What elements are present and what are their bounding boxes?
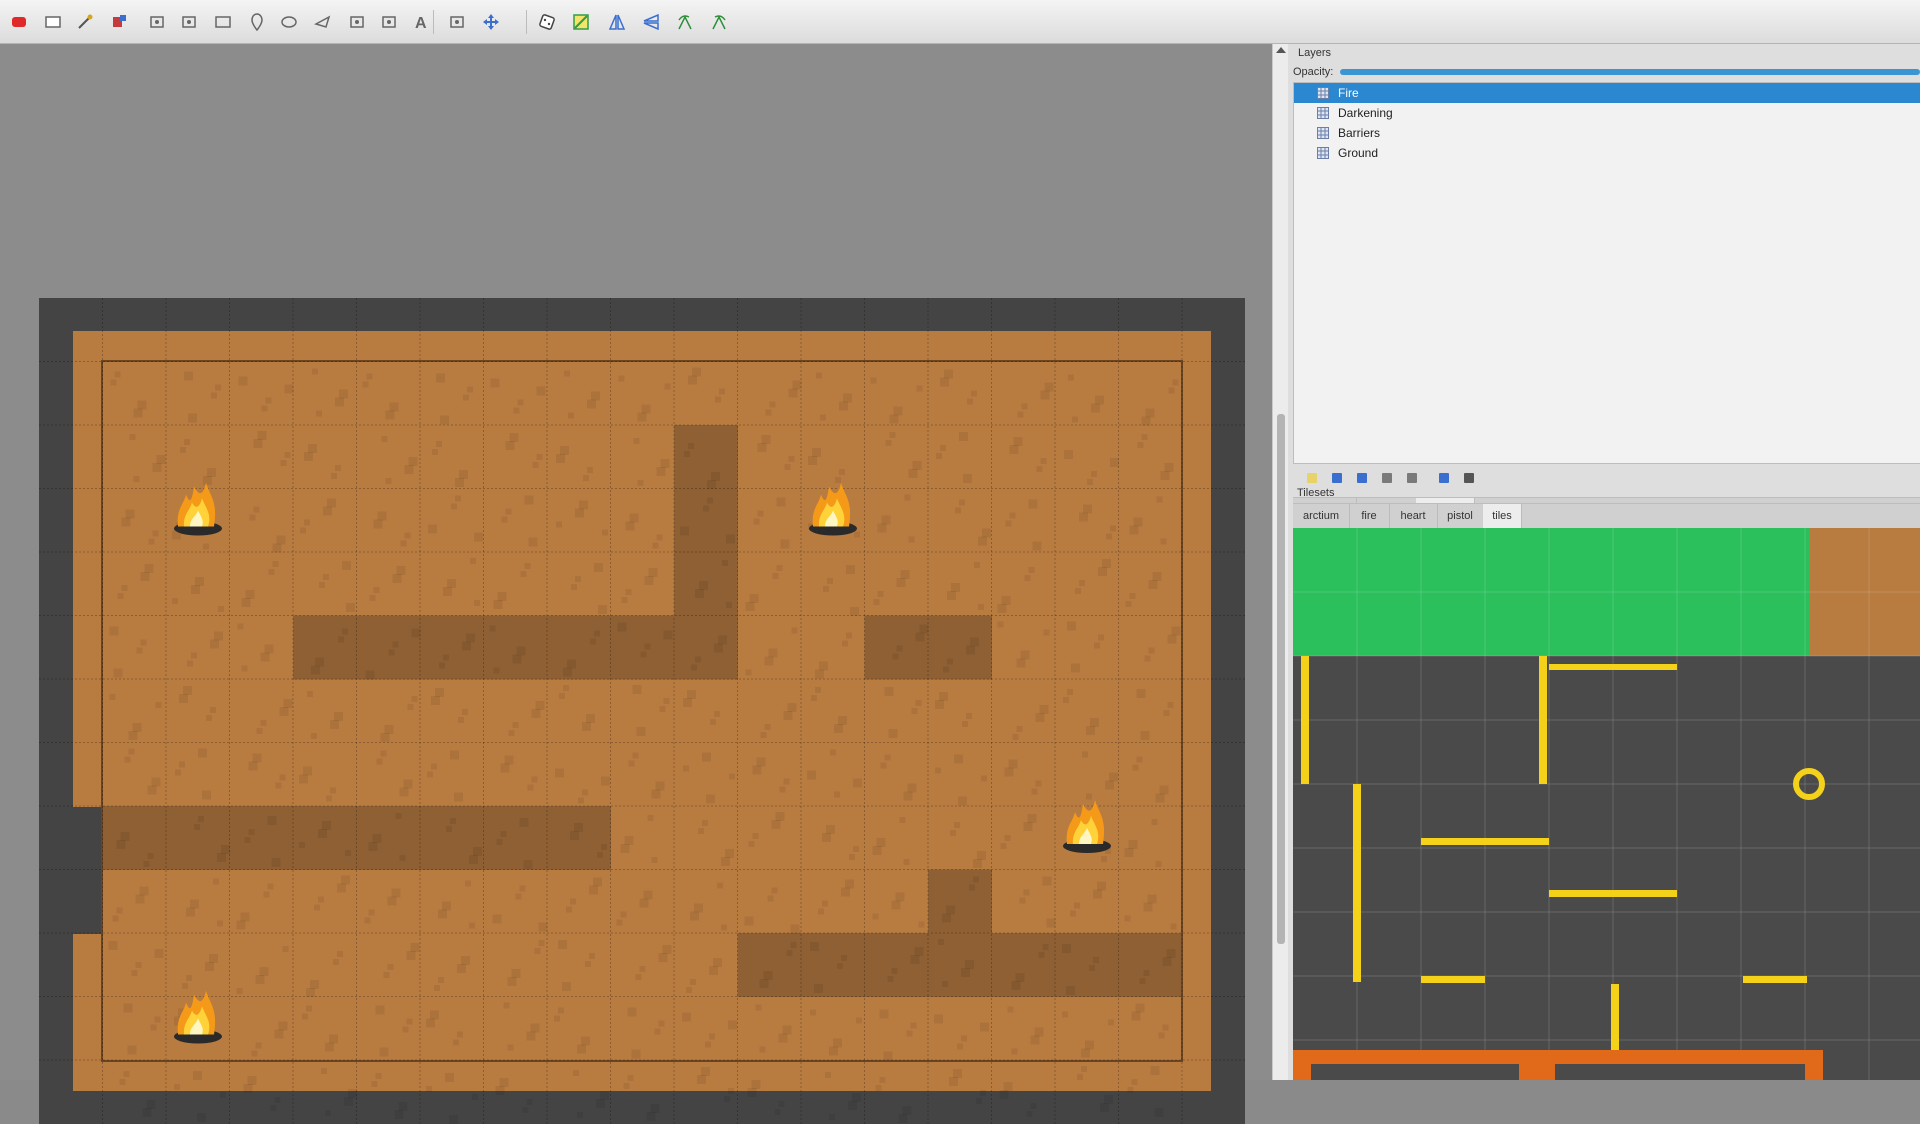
left-door-wall xyxy=(39,807,102,934)
rectangle-select-icon[interactable] xyxy=(40,9,66,35)
toolbar-separator xyxy=(526,10,527,34)
tile-layer-icon xyxy=(1317,127,1329,139)
layer-toolbar xyxy=(1293,464,1920,494)
darkening-tile xyxy=(420,616,484,680)
terrain-brush-icon[interactable] xyxy=(444,9,470,35)
barrier-tile xyxy=(1421,838,1549,845)
main-toolbar: A xyxy=(0,0,1920,44)
rotate-left-icon[interactable] xyxy=(672,9,698,35)
darkening-tile xyxy=(293,616,357,680)
duplicate-layer-icon[interactable] xyxy=(1380,471,1394,485)
lock-icon[interactable] xyxy=(1462,471,1476,485)
layer-label: Ground xyxy=(1338,146,1378,160)
layer-label: Fire xyxy=(1338,86,1359,100)
flip-horizontal-icon[interactable] xyxy=(604,9,630,35)
layer-row-fire[interactable]: Fire xyxy=(1294,83,1920,103)
tileset-tab-heart[interactable]: heart xyxy=(1389,504,1438,528)
barrier-tile xyxy=(1611,984,1619,1050)
layer-row-ground[interactable]: Ground xyxy=(1294,143,1920,163)
layers-list: Fire Darkening Barriers Ground xyxy=(1293,82,1920,464)
tileset-svg[interactable] xyxy=(1293,528,1920,1080)
eraser-icon[interactable] xyxy=(6,9,32,35)
tileset-tab-arctium[interactable]: arctium xyxy=(1293,504,1350,528)
rotate-right-icon[interactable] xyxy=(706,9,732,35)
barrier-tile xyxy=(1549,890,1677,897)
insert-template-icon[interactable] xyxy=(376,9,402,35)
flip-vertical-icon[interactable] xyxy=(638,9,664,35)
wang-brush-icon[interactable] xyxy=(568,9,594,35)
raise-layer-icon[interactable] xyxy=(1330,471,1344,485)
tilesets-panel-title: Tilesets xyxy=(1297,487,1335,499)
opacity-slider[interactable] xyxy=(1340,69,1920,75)
layer-label: Barriers xyxy=(1338,126,1380,140)
insert-tile-icon[interactable] xyxy=(344,9,370,35)
darkening-tile xyxy=(1055,933,1119,997)
insert-point-icon[interactable] xyxy=(244,9,270,35)
tileset-tab-pistol[interactable]: pistol xyxy=(1437,504,1484,528)
tile-layer-icon xyxy=(1317,147,1329,159)
tileset-view[interactable] xyxy=(1293,528,1920,1080)
darkening-tile xyxy=(1119,933,1183,997)
random-mode-icon[interactable] xyxy=(534,9,560,35)
insert-ellipse-icon[interactable] xyxy=(276,9,302,35)
tileset-tab-fire[interactable]: fire xyxy=(1349,504,1390,528)
new-layer-icon[interactable] xyxy=(1305,471,1319,485)
delete-layer-icon[interactable] xyxy=(1405,471,1419,485)
darkening-tile xyxy=(865,933,929,997)
magic-wand-icon[interactable] xyxy=(72,9,98,35)
opacity-label: Opacity: xyxy=(1293,66,1333,78)
darkening-tile xyxy=(547,616,611,680)
barrier-tile xyxy=(1539,656,1547,784)
orange-tile-gap xyxy=(1311,1064,1519,1080)
barrier-tile xyxy=(1549,664,1677,670)
tile-map-svg[interactable] xyxy=(39,298,1245,1124)
tile-layer-icon xyxy=(1317,87,1329,99)
orange-tile-gap xyxy=(1555,1064,1805,1080)
layer-label: Darkening xyxy=(1338,106,1393,120)
darkening-tile xyxy=(103,806,167,870)
layer-row-barriers[interactable]: Barriers xyxy=(1294,123,1920,143)
tile-map[interactable] xyxy=(39,298,1245,1124)
fill-icon[interactable] xyxy=(106,9,132,35)
lower-layer-icon[interactable] xyxy=(1355,471,1369,485)
insert-rectangle-icon[interactable] xyxy=(210,9,236,35)
barrier-tile xyxy=(1743,976,1807,983)
darkening-tile xyxy=(992,933,1056,997)
darkening-tile xyxy=(484,616,548,680)
move-icon[interactable] xyxy=(478,9,504,35)
darkening-tile xyxy=(928,870,992,934)
darkening-tile xyxy=(674,425,738,489)
layer-row-darkening[interactable]: Darkening xyxy=(1294,103,1920,123)
barrier-tile xyxy=(1421,976,1485,983)
layers-panel-title: Layers xyxy=(1298,47,1331,59)
insert-text-icon[interactable]: A xyxy=(408,9,434,35)
map-canvas[interactable] xyxy=(0,44,1272,1080)
darkening-tile xyxy=(928,933,992,997)
svg-text:A: A xyxy=(415,15,427,32)
select-objects-icon[interactable] xyxy=(176,9,202,35)
darkening-tile xyxy=(484,806,548,870)
scrollbar-thumb[interactable] xyxy=(1277,414,1285,944)
insert-polygon-icon[interactable] xyxy=(310,9,336,35)
barrier-tile xyxy=(1301,656,1309,784)
canvas-vertical-scrollbar[interactable] xyxy=(1272,44,1289,1080)
barrier-tile xyxy=(1353,784,1361,982)
darkening-tile xyxy=(230,806,294,870)
darkening-tile xyxy=(674,616,738,680)
tileset-tabs: arctiumfireheartpistoltiles xyxy=(1293,503,1920,529)
tile-layer-icon xyxy=(1317,107,1329,119)
toolbar-separator xyxy=(433,10,434,34)
show-hide-icon[interactable] xyxy=(1437,471,1451,485)
darkening-tile xyxy=(357,616,421,680)
darkening-tile xyxy=(357,806,421,870)
tileset-tab-tiles[interactable]: tiles xyxy=(1483,504,1522,528)
select-same-tile-icon[interactable] xyxy=(144,9,170,35)
darkening-tile xyxy=(928,616,992,680)
scroll-up-arrow-icon[interactable] xyxy=(1276,47,1286,53)
